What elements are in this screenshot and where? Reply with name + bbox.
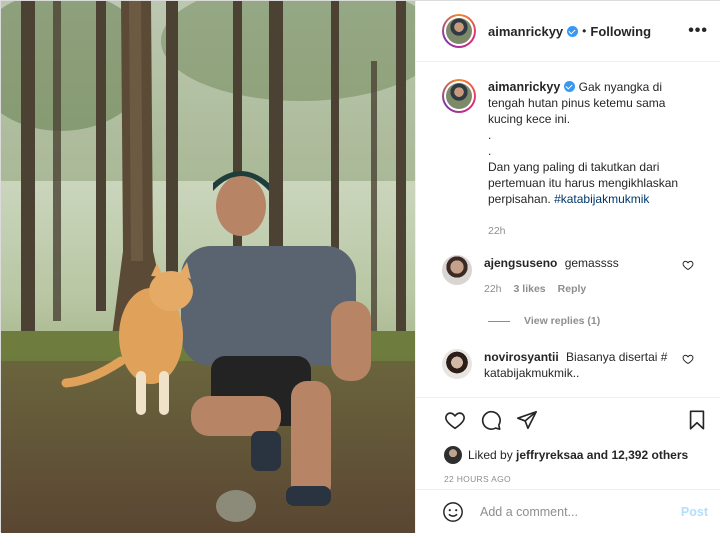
comment-item: ajengsuseno gemassss 22h 3 likes Reply — [442, 255, 708, 297]
bookmark-icon[interactable] — [686, 409, 708, 431]
more-icon[interactable]: ••• — [688, 22, 708, 40]
post-header: aimanrickyy • Following ••• — [416, 1, 720, 62]
caption-line: pertemuan itu harus mengikhlaskan — [488, 176, 679, 190]
likes-summary: Liked by jeffryreksaa and 12,392 others — [444, 446, 708, 464]
add-comment-bar: Post — [416, 489, 720, 533]
view-replies-label: View replies (1) — [524, 315, 601, 327]
comment-likes[interactable]: 3 likes — [514, 281, 546, 297]
post-actions: Liked by jeffryreksaa and 12,392 others … — [416, 397, 720, 489]
caption-time[interactable]: 22h — [488, 223, 698, 239]
verified-icon — [567, 25, 579, 37]
caption-line: tengah hutan pinus ketemu sama — [488, 96, 666, 110]
comment-body: ajengsuseno gemassss 22h 3 likes Reply — [484, 255, 684, 297]
comment-time[interactable]: 22h — [484, 281, 502, 297]
caption-username[interactable]: aimanrickyy — [488, 80, 560, 94]
view-replies-button[interactable]: View replies (1) — [488, 315, 708, 327]
emoji-icon[interactable] — [442, 501, 464, 523]
caption-avatar[interactable] — [442, 79, 476, 113]
commenter-avatar[interactable] — [442, 349, 472, 379]
caption-hashtag[interactable]: #katabijakmukmik — [554, 192, 649, 206]
caption: aimanrickyy Gak nyangka di tengah hutan … — [442, 79, 708, 239]
caption-line: . — [488, 144, 492, 158]
author-avatar[interactable] — [442, 14, 476, 48]
verified-icon — [564, 81, 576, 92]
comment-meta: 22h 3 likes Reply — [484, 281, 684, 297]
caption-line: perpisahan. — [488, 192, 551, 206]
author-username[interactable]: aimanrickyy — [488, 24, 563, 39]
heart-icon[interactable] — [444, 409, 466, 431]
liker-username[interactable]: jeffryreksaa — [516, 448, 583, 462]
share-icon[interactable] — [516, 409, 538, 431]
post-comment-button[interactable]: Post — [681, 505, 708, 519]
comment-text: gemassss — [564, 256, 619, 270]
comment-icon[interactable] — [480, 409, 502, 431]
comments-section[interactable]: aimanrickyy Gak nyangka di tengah hutan … — [416, 63, 720, 397]
like-comment-heart-icon[interactable] — [682, 353, 694, 365]
forest-cat-photo — [1, 1, 415, 533]
comment-item: novirosyantii Biasanya disertai # katabi… — [442, 349, 708, 381]
like-comment-heart-icon[interactable] — [682, 259, 694, 271]
commenter-username[interactable]: novirosyantii — [484, 350, 559, 364]
caption-line: kucing kece ini. — [488, 112, 571, 126]
liker-avatar[interactable] — [444, 446, 462, 464]
comment-input[interactable] — [480, 504, 670, 519]
post-timestamp[interactable]: 22 HOURS AGO — [444, 474, 708, 484]
caption-line: Gak nyangka di — [578, 80, 663, 94]
post-details-panel: aimanrickyy • Following ••• aimanrickyy … — [415, 1, 720, 533]
comment-body: novirosyantii Biasanya disertai # katabi… — [484, 349, 684, 381]
caption-line: . — [488, 128, 492, 142]
reply-button[interactable]: Reply — [558, 281, 587, 297]
post-photo[interactable] — [1, 1, 415, 533]
following-button[interactable]: Following — [590, 24, 651, 39]
caption-line: Dan yang paling di takutkan dari — [488, 160, 660, 174]
likes-count[interactable]: and 12,392 others — [587, 448, 688, 462]
likes-prefix: Liked by — [468, 448, 513, 462]
caption-body: aimanrickyy Gak nyangka di tengah hutan … — [488, 79, 698, 239]
separator-dot: • — [582, 24, 587, 38]
action-icons — [444, 408, 708, 432]
commenter-avatar[interactable] — [442, 255, 472, 285]
commenter-username[interactable]: ajengsuseno — [484, 256, 557, 270]
instagram-post-window: aimanrickyy • Following ••• aimanrickyy … — [0, 0, 720, 533]
